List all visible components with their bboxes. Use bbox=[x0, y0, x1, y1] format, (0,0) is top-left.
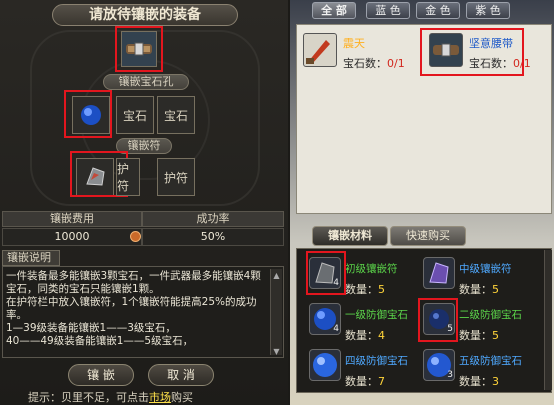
embed-button[interactable]: 镶 嵌 bbox=[68, 364, 134, 386]
tab-gold[interactable]: 金 色 bbox=[416, 2, 460, 19]
charm-slot-2[interactable]: 护符 bbox=[116, 158, 140, 196]
market-link[interactable]: 市场 bbox=[149, 391, 171, 404]
stack-count: 4 bbox=[333, 324, 339, 334]
blue-gem-icon[interactable]: 3 bbox=[423, 349, 455, 381]
desc-line: 在护符栏中放入镶嵌符，1个镶嵌符能提高25%的成功 bbox=[6, 296, 257, 308]
panel-title: 请放待镶嵌的装备 bbox=[52, 4, 238, 26]
gem-count-label: 宝石数： bbox=[343, 57, 387, 70]
desc-line: 宝石，同类的宝石只能镶嵌1颗。 bbox=[6, 283, 160, 295]
materials-scrollbar[interactable] bbox=[544, 250, 552, 390]
blade-icon bbox=[303, 33, 337, 67]
count-value: 3 bbox=[492, 375, 499, 388]
tab-inlay-materials[interactable]: 镶嵌材料 bbox=[312, 226, 388, 246]
gem-slots-label: 镶嵌宝石孔 bbox=[103, 74, 189, 90]
count-label: 数量： bbox=[459, 329, 492, 342]
material-name: 一级防御宝石 bbox=[345, 309, 408, 321]
material-name: 中级镶嵌符 bbox=[459, 263, 512, 275]
count-value: 4 bbox=[378, 329, 385, 342]
stack-count: 3 bbox=[447, 370, 453, 380]
inlay-panel: 请放待镶嵌的装备 镶嵌宝石孔 宝石 宝石 镶嵌符 护符 护符 镶嵌费用 成功率 … bbox=[0, 0, 288, 405]
cost-header: 镶嵌费用 bbox=[2, 211, 142, 227]
tip-prefix: 提示：贝里不足，可点击 bbox=[28, 391, 149, 404]
material-name: 五级防御宝石 bbox=[459, 355, 522, 367]
material-name: 初级镶嵌符 bbox=[345, 263, 398, 275]
cancel-button[interactable]: 取 消 bbox=[148, 364, 214, 386]
tip-text: 提示：贝里不足，可点击市场购买 bbox=[28, 389, 193, 405]
material-count: 数量：5 bbox=[459, 327, 499, 343]
count-label: 数量： bbox=[345, 375, 378, 388]
desc-line: 率。 bbox=[6, 309, 27, 321]
rate-value: 50% bbox=[142, 228, 284, 246]
tab-purple[interactable]: 紫 色 bbox=[466, 2, 510, 19]
item-gem-count: 宝石数：0/1 bbox=[343, 55, 405, 71]
item-name: 震天 bbox=[343, 37, 365, 50]
count-value: 5 bbox=[492, 283, 499, 296]
count-label: 数量： bbox=[345, 283, 378, 296]
gem-slot-3[interactable]: 宝石 bbox=[157, 96, 195, 134]
description-text: 一件装备最多能镶嵌3颗宝石，一件武器最多能镶嵌4颗 宝石，同类的宝石只能镶嵌1颗… bbox=[2, 266, 284, 358]
count-value: 5 bbox=[378, 283, 385, 296]
count-label: 数量： bbox=[459, 375, 492, 388]
material-count: 数量：4 bbox=[345, 327, 385, 343]
count-value: 7 bbox=[378, 375, 385, 388]
blue-gem-icon[interactable] bbox=[309, 349, 341, 381]
gem-material-highlight bbox=[418, 298, 458, 342]
charm-icon[interactable] bbox=[423, 257, 455, 289]
material-count: 数量：5 bbox=[345, 281, 385, 297]
tab-blue[interactable]: 蓝 色 bbox=[366, 2, 410, 19]
blue-gem-icon[interactable]: 4 bbox=[309, 303, 341, 335]
material-name: 四级防御宝石 bbox=[345, 355, 408, 367]
gem-slot-2[interactable]: 宝石 bbox=[116, 96, 154, 134]
material-count: 数量：7 bbox=[345, 373, 385, 389]
scroll-up-icon[interactable]: ▲ bbox=[271, 269, 282, 280]
material-count: 数量：3 bbox=[459, 373, 499, 389]
description-tab[interactable]: 镶嵌说明 bbox=[2, 250, 60, 266]
count-value: 5 bbox=[492, 329, 499, 342]
tab-quick-buy[interactable]: 快速购买 bbox=[390, 226, 466, 246]
coin-icon bbox=[130, 231, 141, 242]
gem-count-value: 0/1 bbox=[387, 57, 405, 70]
belt-item-highlight bbox=[420, 28, 524, 76]
count-label: 数量： bbox=[345, 329, 378, 342]
tab-all[interactable]: 全 部 bbox=[312, 2, 356, 19]
desc-line: 一件装备最多能镶嵌3颗宝石，一件武器最多能镶嵌4颗 bbox=[6, 270, 261, 282]
description-scrollbar[interactable]: ▲ ▼ bbox=[270, 269, 282, 356]
tip-suffix: 购买 bbox=[171, 391, 193, 404]
cost-value: 10000 bbox=[2, 228, 142, 246]
rate-header: 成功率 bbox=[142, 211, 284, 227]
material-count: 数量：5 bbox=[459, 281, 499, 297]
equipment-slot-highlight bbox=[115, 26, 163, 72]
equipment-item-zhentian[interactable]: 震天 宝石数：0/1 bbox=[301, 29, 419, 75]
charm-material-highlight bbox=[306, 251, 346, 295]
count-label: 数量： bbox=[459, 283, 492, 296]
scroll-down-icon[interactable]: ▼ bbox=[271, 345, 282, 356]
cost-amount: 10000 bbox=[54, 230, 90, 243]
desc-line: 1—39级装备能镶嵌1——3级宝石， bbox=[6, 322, 176, 334]
desc-line: 40——49级装备能镶嵌1——5级宝石， bbox=[6, 335, 194, 347]
material-name: 二级防御宝石 bbox=[459, 309, 522, 321]
charm-slot-3[interactable]: 护符 bbox=[157, 158, 195, 196]
gem-slot-highlight bbox=[64, 90, 112, 138]
